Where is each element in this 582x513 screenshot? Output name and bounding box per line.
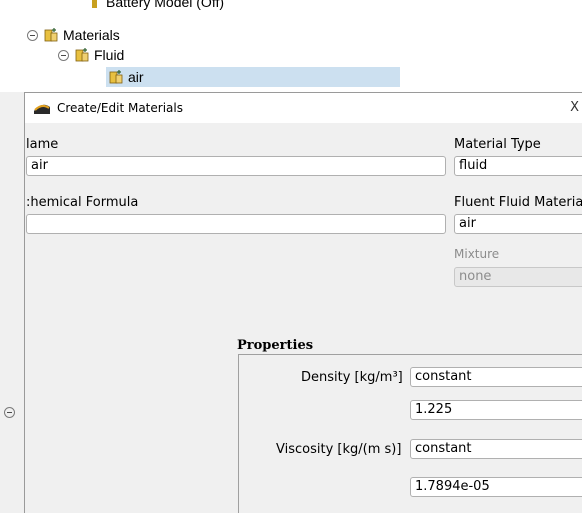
collapse-icon[interactable]	[4, 407, 15, 418]
mixture-label: Mixture	[454, 247, 500, 261]
viscosity-method-dropdown[interactable]: constant	[410, 439, 582, 459]
density-label: Density [kg/m³]	[301, 370, 403, 385]
mixture-dropdown[interactable]: none	[454, 267, 582, 287]
materials-icon	[43, 27, 59, 43]
tree-left-edge	[0, 92, 15, 513]
close-icon[interactable]: X	[570, 100, 579, 115]
name-label: lame	[26, 137, 59, 152]
density-value-field[interactable]: 1.225	[410, 400, 582, 420]
material-type-dropdown[interactable]: fluid	[454, 156, 582, 176]
fluid-icon	[74, 47, 90, 63]
battery-model-icon	[86, 0, 102, 10]
tree-item-fluid[interactable]: Fluid	[58, 45, 124, 65]
tree-item-label: air	[128, 69, 144, 85]
tree-item-materials[interactable]: Materials	[27, 25, 120, 45]
model-tree: Battery Model (Off) Materials Fluid air	[0, 0, 582, 92]
material-type-label: Material Type	[454, 137, 541, 152]
tree-item-air[interactable]: air	[106, 67, 400, 87]
screen: Battery Model (Off) Materials Fluid air …	[0, 0, 582, 513]
density-method-dropdown[interactable]: constant	[410, 367, 582, 387]
tree-item-label: Materials	[63, 27, 120, 43]
tree-item-label: Fluid	[94, 47, 125, 63]
name-field[interactable]: air	[26, 156, 446, 176]
tree-item-label: Battery Model (Off)	[106, 0, 225, 10]
chemical-formula-field[interactable]	[26, 214, 446, 234]
viscosity-label: Viscosity [kg/(m s)]	[276, 442, 402, 457]
fluent-fluid-materials-label: Fluent Fluid Materia	[454, 195, 582, 210]
create-edit-materials-dialog: Create/Edit Materials X lame air :hemica…	[24, 92, 582, 513]
tree-item-battery-model[interactable]: Battery Model (Off)	[86, 0, 224, 12]
fluent-fluid-materials-dropdown[interactable]: air	[454, 214, 582, 234]
chemical-formula-label: :hemical Formula	[26, 195, 139, 210]
dialog-titlebar[interactable]: Create/Edit Materials X	[25, 93, 582, 123]
fluent-logo-icon	[33, 101, 51, 115]
collapse-icon[interactable]	[58, 49, 69, 61]
collapse-icon[interactable]	[27, 29, 38, 41]
viscosity-value-field[interactable]: 1.7894e-05	[410, 477, 582, 497]
properties-title: Properties	[237, 338, 314, 353]
dialog-title: Create/Edit Materials	[57, 101, 183, 115]
material-air-icon	[108, 69, 124, 85]
